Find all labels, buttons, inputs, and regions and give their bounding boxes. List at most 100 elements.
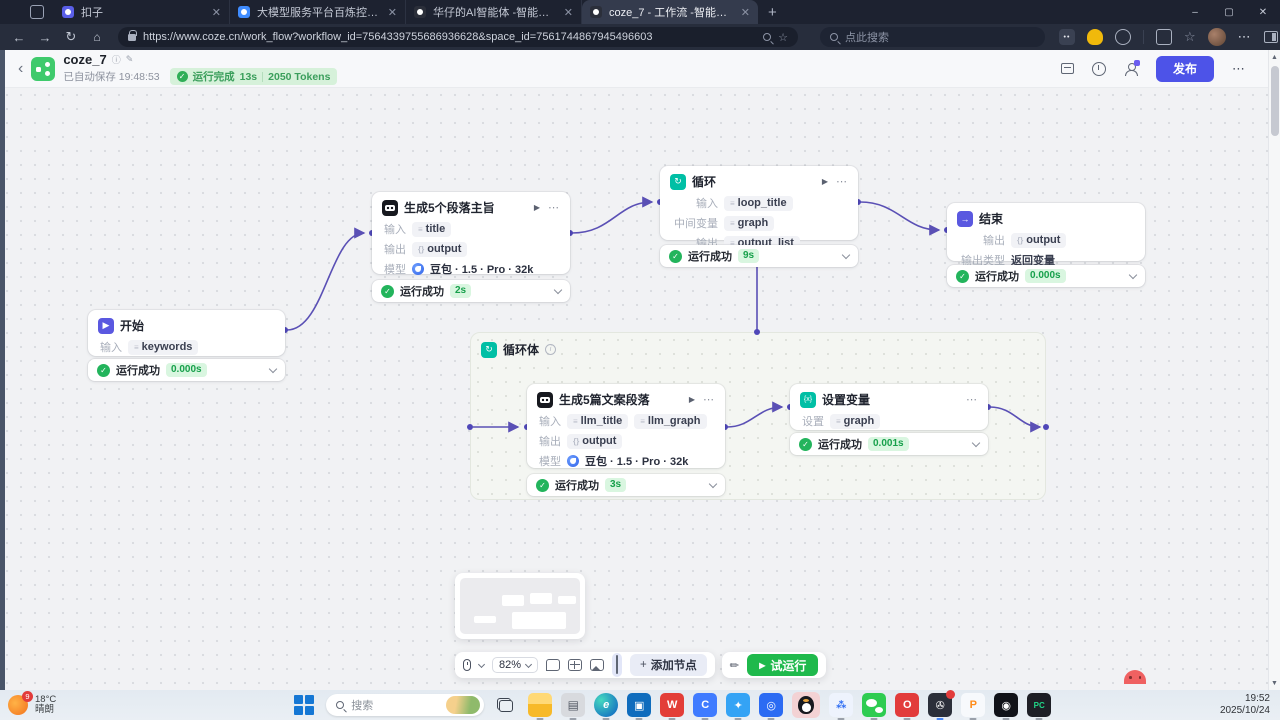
chevron-down-icon[interactable] (841, 250, 851, 259)
vertical-scrollbar[interactable]: ▲ ▼ (1268, 50, 1280, 690)
address-bar[interactable]: https://www.coze.cn/work_flow?workflow_i… (118, 27, 798, 47)
start-button[interactable] (294, 695, 314, 715)
variable-pill[interactable]: {} output (412, 241, 468, 257)
comment-icon[interactable] (546, 659, 561, 671)
maximize-button[interactable]: ▢ (1212, 0, 1246, 24)
browser-menu-icon[interactable]: ⋯ (1238, 29, 1252, 45)
minimap[interactable] (455, 573, 585, 639)
taskbar-app-quark[interactable]: C (693, 693, 718, 720)
browser-tab-3[interactable]: 华仔的AI智能体 -智能体 - 扣子 ✕ (406, 0, 582, 24)
node-run-icon[interactable]: ▶ (689, 395, 695, 404)
taskbar-app-blue-circle[interactable]: ◎ (759, 693, 784, 720)
frame-tool-selected[interactable] (612, 653, 623, 677)
collaborate-icon[interactable] (1124, 59, 1140, 76)
chevron-down-icon[interactable] (477, 660, 486, 668)
info-icon[interactable]: ⓘ (112, 53, 121, 66)
node-llm1-status[interactable]: ✓ 运行成功 2s (372, 280, 570, 302)
node-start-status[interactable]: ✓ 运行成功 0.000s (88, 359, 285, 381)
scroll-up-arrow[interactable]: ▲ (1271, 50, 1278, 64)
node-run-icon[interactable]: ▶ (822, 177, 828, 186)
variable-pill[interactable]: ≡ loop_title (724, 195, 793, 211)
node-start[interactable]: ▶ 开始 输入 ≡ keywords (88, 310, 285, 356)
node-run-icon[interactable]: ▶ (534, 203, 540, 212)
tab-close-icon[interactable]: ✕ (212, 6, 221, 19)
node-more-icon[interactable]: ⋯ (703, 393, 715, 406)
variable-pill[interactable]: {} output (567, 433, 623, 449)
taskbar-app-steam[interactable]: ✇ (928, 690, 956, 720)
taskbar-app-wps[interactable]: W (660, 693, 685, 720)
taskbar-app-thunder[interactable]: ✦ (726, 693, 751, 720)
search-icon[interactable] (763, 33, 772, 41)
taskbar-search[interactable]: 搜索 (326, 694, 485, 716)
taskbar-app-wechat[interactable] (862, 693, 887, 720)
quick-search-input[interactable]: 点此搜索 (820, 27, 1045, 47)
run-complete-badge[interactable]: ✓ 运行完成 13s 2050 Tokens (169, 68, 338, 85)
add-node-button[interactable]: + 添加节点 (630, 654, 707, 676)
edit-icon[interactable]: ✎ (126, 54, 134, 65)
taskbar-app-tencent-docs[interactable]: ⁂ (829, 693, 854, 720)
tab-close-icon[interactable]: ✕ (564, 6, 573, 19)
task-view-icon[interactable] (496, 697, 514, 713)
url-text[interactable]: https://www.coze.cn/work_flow?workflow_i… (143, 31, 756, 43)
publish-button[interactable]: 发布 (1156, 55, 1214, 82)
tab-close-icon[interactable]: ✕ (741, 6, 750, 19)
chevron-down-icon[interactable] (708, 479, 718, 488)
more-menu-icon[interactable]: ⋯ (1232, 61, 1246, 77)
taskbar-app-map[interactable]: ◉ (994, 693, 1019, 720)
node-llm-paragraph-content[interactable]: 生成5篇文案段落 ▶ ⋯ 输入 ≡ llm_title ≡ llm_graph 输出… (527, 384, 725, 488)
cursor-mode-icon[interactable] (463, 659, 471, 671)
variable-pill[interactable]: ≡ title (412, 221, 452, 237)
chevron-down-icon[interactable] (553, 285, 563, 294)
reload-button[interactable]: ↻ (58, 29, 84, 45)
taskbar-app-pycharm[interactable]: PC (1027, 693, 1052, 720)
node-more-icon[interactable]: ⋯ (966, 393, 978, 406)
extension-icon[interactable] (1059, 29, 1075, 45)
close-button[interactable]: ✕ (1246, 0, 1280, 24)
variable-pill[interactable]: {} output (1011, 232, 1067, 248)
tab-close-icon[interactable]: ✕ (388, 6, 397, 19)
node-set-variable[interactable]: {x} 设置变量 ⋯ 设置 ≡ graph (790, 384, 988, 430)
node-setvar-status[interactable]: ✓ 运行成功 0.001s (790, 433, 988, 455)
weather-widget[interactable]: 9 18°C 晴朗 (8, 691, 56, 716)
node-llm2-status[interactable]: ✓ 运行成功 3s (527, 474, 725, 496)
scroll-down-arrow[interactable]: ▼ (1271, 676, 1278, 690)
taskbar-clock[interactable]: 19:52 2025/10/24 (1220, 693, 1270, 717)
variable-pill[interactable]: ≡ llm_title (567, 413, 629, 429)
variable-pill[interactable]: ≡ llm_graph (634, 413, 707, 429)
zoom-control[interactable]: 82% (492, 657, 539, 673)
variable-pill[interactable]: ≡ keywords (128, 339, 199, 355)
taskbar-app-device-tool[interactable]: ▤ (561, 693, 586, 720)
taskbar-app-edge[interactable]: e (594, 693, 619, 720)
node-end-status[interactable]: ✓ 运行成功 0.000s (947, 265, 1145, 287)
variable-pill[interactable]: ≡ graph (830, 413, 881, 429)
layout-grid-icon[interactable] (568, 659, 583, 671)
home-button[interactable]: ⌂ (84, 30, 110, 44)
favorites-icon[interactable]: ☆ (1184, 29, 1196, 45)
taskbar-app-store[interactable]: ▣ (627, 693, 652, 720)
browser-tab-active[interactable]: coze_7 - 工作流 -智能体平台 ✕ (582, 0, 758, 24)
ring-extension-icon[interactable] (1115, 29, 1131, 45)
back-button[interactable]: ← (6, 30, 32, 45)
minimize-button[interactable]: – (1178, 0, 1212, 24)
new-tab-button[interactable]: + (768, 4, 777, 21)
browser-tab-2[interactable]: 大模型服务平台百炼控制台 ✕ (230, 0, 406, 24)
tab-search-icon[interactable] (30, 5, 44, 19)
taskbar-app-music[interactable]: O (895, 693, 920, 720)
node-more-icon[interactable]: ⋯ (548, 201, 560, 214)
chevron-down-icon[interactable] (268, 364, 278, 373)
scroll-thumb[interactable] (1270, 66, 1279, 136)
taskbar-app-pp[interactable]: P (961, 693, 986, 720)
chevron-down-icon[interactable] (1128, 270, 1138, 279)
taskbar-app-qq-active[interactable] (792, 692, 821, 718)
debug-pen-icon[interactable]: ✎ (727, 657, 742, 673)
bookmark-star-icon[interactable]: ☆ (778, 31, 788, 44)
back-chevron-icon[interactable]: ‹ (18, 60, 23, 78)
test-run-button[interactable]: ▶ 试运行 (747, 654, 819, 676)
browser-tab-1[interactable]: 扣子 ✕ (54, 0, 230, 24)
node-loop-status[interactable]: ✓ 运行成功 9s (660, 245, 858, 267)
node-end[interactable]: → 结束 输出 {} output 输出类型 返回变量 (947, 203, 1145, 267)
profile-avatar[interactable] (1207, 28, 1226, 46)
taskbar-app-file-explorer[interactable] (528, 693, 553, 720)
sidebar-panel-icon[interactable] (1263, 31, 1278, 43)
history-icon[interactable] (1092, 61, 1106, 76)
